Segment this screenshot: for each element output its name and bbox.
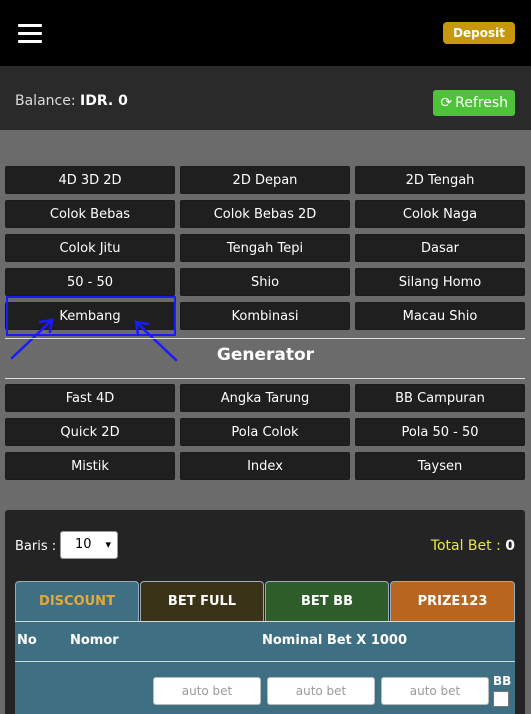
generator-button-bb-campuran[interactable]: BB Campuran [355,384,525,412]
tab-bet-bb[interactable]: BET BB [265,581,389,621]
baris-select[interactable]: 10 ▾ [60,531,118,559]
total-bet-value: 0 [505,538,515,554]
bet-tabs: DISCOUNT BET FULL BET BB PRIZE123 [15,581,515,621]
auto-bet-input-1[interactable] [153,677,261,705]
game-button-2d-depan[interactable]: 2D Depan [180,166,350,194]
generator-button-quick-2d[interactable]: Quick 2D [5,418,175,446]
game-button-colok-bebas-2d[interactable]: Colok Bebas 2D [180,200,350,228]
game-button-colok-bebas[interactable]: Colok Bebas [5,200,175,228]
column-header-nomor: Nomor [70,633,119,648]
generator-button-pola-50-50[interactable]: Pola 50 - 50 [355,418,525,446]
total-bet: Total Bet : 0 [431,538,515,554]
total-bet-label: Total Bet : [430,538,501,554]
game-button-shio[interactable]: Shio [180,268,350,296]
divider [5,338,525,339]
game-button-kombinasi[interactable]: Kombinasi [180,302,350,330]
game-button-50-50[interactable]: 50 - 50 [5,268,175,296]
balance-text: Balance: IDR. 0 [15,93,128,109]
refresh-label: Refresh [455,95,508,111]
game-grid: 4D 3D 2D 2D Depan 2D Tengah Colok Bebas … [5,166,525,330]
tab-discount[interactable]: DISCOUNT [15,581,139,621]
tab-prize123[interactable]: PRIZE123 [390,581,515,621]
auto-bet-input-2[interactable] [267,677,375,705]
game-button-2d-tengah[interactable]: 2D Tengah [355,166,525,194]
refresh-icon: ⟳ [440,95,453,111]
generator-button-index[interactable]: Index [180,452,350,480]
bb-label: BB [493,674,512,688]
generator-button-pola-colok[interactable]: Pola Colok [180,418,350,446]
auto-bet-input-3[interactable] [381,677,489,705]
game-button-kembang[interactable]: Kembang [5,302,175,330]
bb-checkbox[interactable] [493,691,509,707]
game-button-colok-naga[interactable]: Colok Naga [355,200,525,228]
divider [5,378,525,379]
game-button-macau-shio[interactable]: Macau Shio [355,302,525,330]
refresh-button[interactable]: ⟳ Refresh [433,90,515,116]
deposit-button[interactable]: Deposit [443,22,515,44]
balance-value: IDR. 0 [80,93,128,109]
game-button-tengah-tepi[interactable]: Tengah Tepi [180,234,350,262]
generator-button-fast-4d[interactable]: Fast 4D [5,384,175,412]
balance-bar: Balance: IDR. 0 ⟳ Refresh [0,66,531,130]
game-button-colok-jitu[interactable]: Colok Jitu [5,234,175,262]
balance-label: Balance: [15,93,76,109]
bet-panel: Baris : 10 ▾ Total Bet : 0 DISCOUNT BET … [5,510,525,714]
baris-value: 10 [75,537,92,552]
generator-button-taysen[interactable]: Taysen [355,452,525,480]
generator-title: Generator [216,345,315,365]
baris-label: Baris : [15,539,57,554]
menu-icon[interactable] [18,24,42,43]
game-button-silang-homo[interactable]: Silang Homo [355,268,525,296]
generator-button-mistik[interactable]: Mistik [5,452,175,480]
column-header-nominal: Nominal Bet X 1000 [262,633,408,648]
top-bar: Deposit [0,0,531,66]
generator-button-angka-tarung[interactable]: Angka Tarung [180,384,350,412]
generator-grid: Fast 4D Angka Tarung BB Campuran Quick 2… [5,384,525,480]
table-row: BB [15,661,515,714]
game-button-dasar[interactable]: Dasar [355,234,525,262]
column-header-no: No [17,633,37,648]
chevron-down-icon: ▾ [105,538,111,551]
game-button-4d3d2d[interactable]: 4D 3D 2D [5,166,175,194]
table-header: No Nomor Nominal Bet X 1000 [15,621,515,661]
tab-bet-full[interactable]: BET FULL [140,581,264,621]
